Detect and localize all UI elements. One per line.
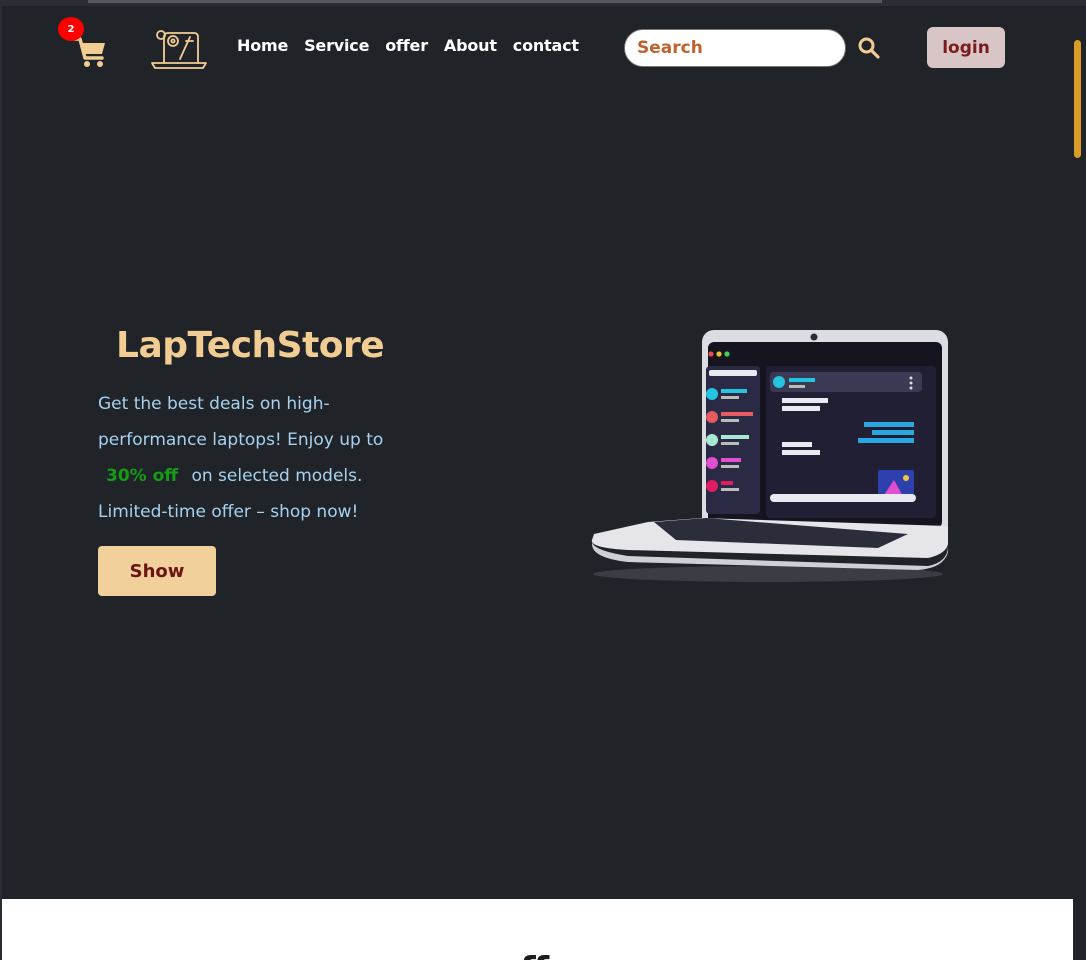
nav-service-link[interactable]: Service	[304, 36, 369, 55]
laptop-gear-logo-icon[interactable]	[150, 27, 208, 71]
cart-icon[interactable]	[73, 35, 107, 69]
laptop-illustration	[591, 330, 948, 582]
show-button[interactable]: Show	[98, 546, 216, 596]
search-input[interactable]	[624, 29, 846, 67]
cart-count-badge: 2	[58, 17, 84, 41]
offers-section-heading: ff	[520, 943, 568, 960]
hero-description: Get the best deals on high-performance l…	[98, 386, 418, 530]
login-button[interactable]: login	[927, 27, 1005, 68]
nav-about-link[interactable]: About	[444, 36, 497, 55]
search-icon[interactable]	[857, 36, 881, 60]
nav-contact-link[interactable]: contact	[513, 36, 579, 55]
hero-text-before: Get the best deals on high-performance l…	[98, 394, 384, 450]
hero-title: LapTechStore	[116, 325, 385, 366]
main-nav: Home Service offer About contact	[237, 36, 579, 55]
scrollbar-thumb[interactable]	[1074, 40, 1081, 158]
nav-home-link[interactable]: Home	[237, 36, 288, 55]
discount-highlight: 30% off	[106, 466, 179, 486]
nav-offer-link[interactable]: offer	[385, 36, 428, 55]
